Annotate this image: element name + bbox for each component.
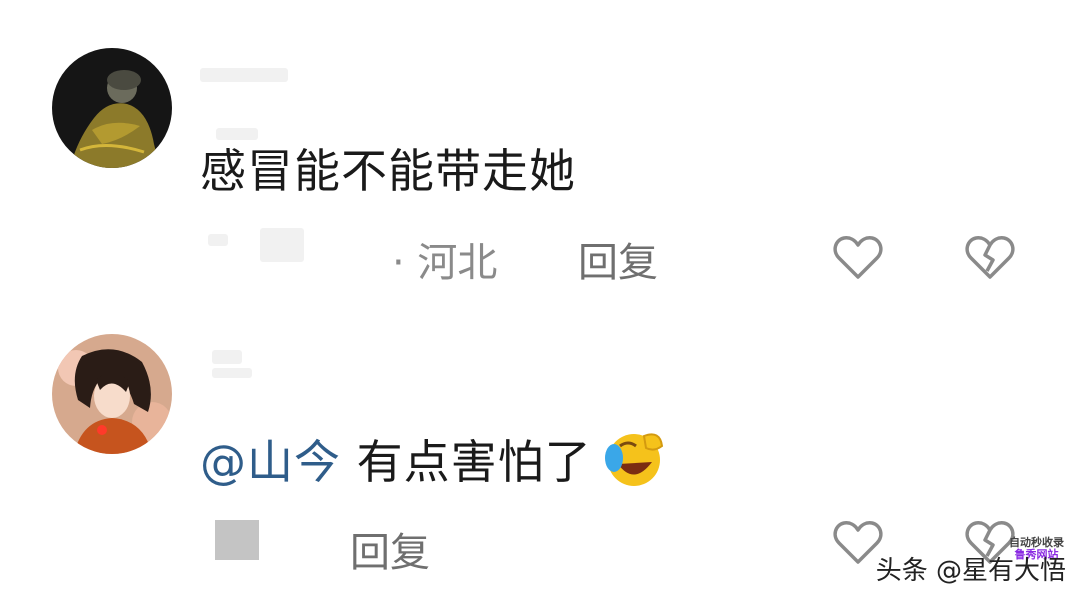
timestamp-redacted xyxy=(208,234,228,246)
comment-text: 感冒能不能带走她 xyxy=(200,144,576,198)
dislike-button[interactable] xyxy=(962,229,1018,285)
mention-link[interactable]: @山今 xyxy=(200,435,341,489)
heart-outline-icon xyxy=(833,236,883,279)
username-redacted[interactable] xyxy=(200,68,288,82)
reply-button[interactable]: 回复 xyxy=(350,520,430,578)
avatar[interactable] xyxy=(52,334,172,454)
user-badge-placeholder xyxy=(215,520,259,560)
username-redacted-2 xyxy=(212,368,252,378)
comment-text: @山今 有点害怕了 xyxy=(200,428,664,500)
reply-button[interactable]: 回复 xyxy=(578,230,658,288)
laughing-crying-emoji-icon xyxy=(596,428,664,500)
like-button[interactable] xyxy=(830,229,886,285)
level-badge-redacted xyxy=(216,128,258,140)
timestamp-redacted-2 xyxy=(260,228,304,262)
watermark-text: 头条 @星有大悟 xyxy=(875,556,1066,586)
avatar-statue-image xyxy=(52,48,172,168)
username-redacted[interactable] xyxy=(212,350,242,364)
comment-body: 有点害怕了 xyxy=(341,435,592,489)
avatar-anime-girl-image xyxy=(52,334,172,454)
broken-heart-icon xyxy=(965,236,1015,279)
avatar[interactable] xyxy=(52,48,172,168)
location-label: · 河北 xyxy=(392,240,498,286)
comment-item-1: 感冒能不能带走她 · 河北 回复 xyxy=(0,0,1080,300)
